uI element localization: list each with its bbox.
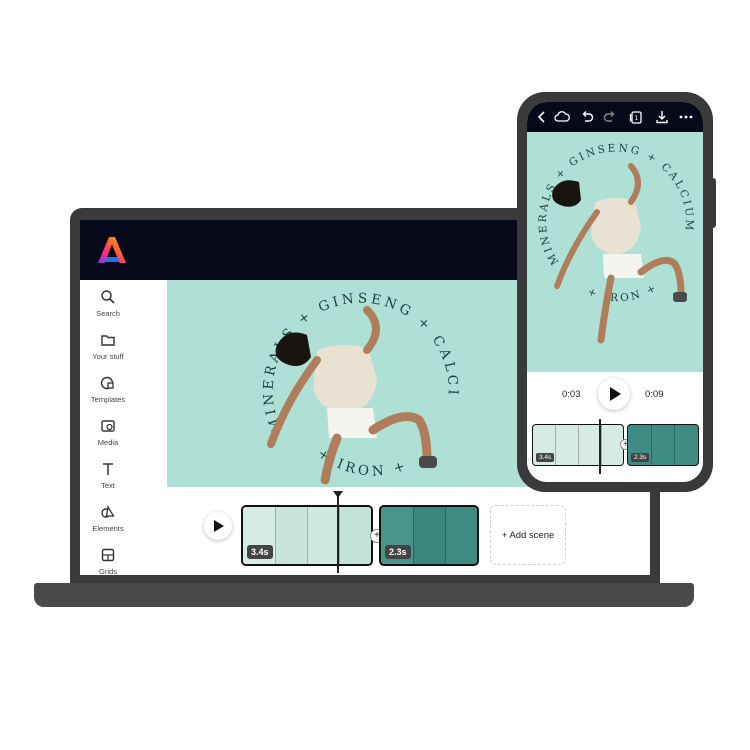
play-button[interactable] xyxy=(204,512,232,540)
current-time: 0:03 xyxy=(562,389,581,400)
more-icon[interactable] xyxy=(678,109,694,125)
phone-screen: 1 MINERALS + GINSENG + CALCIUM + + IRON … xyxy=(527,102,703,482)
clip-frame xyxy=(339,507,371,564)
playhead[interactable] xyxy=(337,493,339,573)
phone-playhead[interactable] xyxy=(599,419,601,474)
clip-frame xyxy=(445,507,477,564)
phone-toolbar: 1 xyxy=(527,102,703,132)
phone-side-button xyxy=(711,178,716,228)
clip-frame-divider xyxy=(674,425,675,465)
undo-icon[interactable] xyxy=(579,109,595,125)
clip-frame xyxy=(307,507,340,564)
redo-icon[interactable] xyxy=(602,109,618,125)
search-icon xyxy=(101,290,115,304)
sidebar-item-label: Search xyxy=(96,309,120,318)
templates-icon xyxy=(100,376,114,390)
cloud-icon[interactable] xyxy=(554,109,570,125)
sidebar-item-media[interactable]: Media xyxy=(80,417,136,447)
phone-design-artwork: MINERALS + GINSENG + CALCIUM + + IRON + xyxy=(527,132,693,344)
laptop-base xyxy=(34,583,694,607)
svg-text:1: 1 xyxy=(635,115,639,122)
phone-circular-text-bottom: + IRON + xyxy=(586,281,660,304)
text-icon xyxy=(103,463,113,475)
phone-design-canvas[interactable]: MINERALS + GINSENG + CALCIUM + + IRON + xyxy=(527,132,703,372)
phone-playback-controls: 0:03 0:09 xyxy=(527,372,703,417)
timeline: 3.4s + 2.3s + Add scene xyxy=(136,487,650,575)
clip-frame-divider xyxy=(578,425,579,465)
adobe-express-logo[interactable] xyxy=(96,234,128,266)
sidebar-item-label: Templates xyxy=(90,395,126,404)
timeline-clip-1[interactable]: 3.4s xyxy=(241,505,373,566)
download-icon[interactable] xyxy=(654,109,670,125)
grids-icon xyxy=(101,548,115,562)
dancer-figure xyxy=(267,306,437,485)
sidebar-item-label: Media xyxy=(97,438,119,447)
phone-play-button[interactable] xyxy=(598,378,630,410)
sidebar-item-label: Your stuff xyxy=(92,352,124,361)
play-icon xyxy=(214,520,224,532)
phone-timeline: 3.4s + 2.3s xyxy=(527,417,703,482)
sidebar-item-elements[interactable]: Elements xyxy=(80,503,136,533)
clip-duration: 2.3s xyxy=(385,545,411,559)
phone-dancer-figure xyxy=(552,163,687,344)
clip-duration: 3.4s xyxy=(247,545,273,559)
clip-frame-divider xyxy=(651,425,652,465)
sidebar-item-templates[interactable]: Templates xyxy=(80,374,136,404)
total-time: 0:09 xyxy=(645,389,664,400)
sidebar-item-text[interactable]: Text xyxy=(80,460,136,490)
clip-frame-divider xyxy=(601,425,602,465)
sidebar-item-label: Grids xyxy=(99,567,117,575)
add-scene-button[interactable]: + Add scene xyxy=(490,505,566,565)
phone-timeline-clip-2[interactable]: 2.3s xyxy=(627,424,699,466)
media-icon xyxy=(101,420,115,432)
clip-frame-divider xyxy=(555,425,556,465)
sidebar-item-your-stuff[interactable]: Your stuff xyxy=(80,331,136,361)
phone-timeline-clip-1[interactable]: 3.4s xyxy=(532,424,624,466)
clip-frame xyxy=(275,507,308,564)
clip-duration: 2.3s xyxy=(631,453,650,462)
clip-frame xyxy=(413,507,446,564)
sidebar-item-search[interactable]: Search xyxy=(80,288,136,318)
back-icon[interactable] xyxy=(534,109,550,125)
elements-icon xyxy=(101,505,115,518)
sidebar-item-label: Text xyxy=(101,481,115,490)
timeline-clip-2[interactable]: 2.3s xyxy=(379,505,479,566)
pages-icon[interactable]: 1 xyxy=(628,109,644,125)
sidebar-item-grids[interactable]: Grids xyxy=(80,546,136,575)
folder-icon xyxy=(101,335,115,346)
play-icon xyxy=(610,387,621,401)
clip-duration: 3.4s xyxy=(536,453,555,462)
circular-text-top: MINERALS + GINSENG + CALCIUM + xyxy=(167,280,461,435)
sidebar-item-label: Elements xyxy=(92,524,124,533)
sidebar: Search Your stuff Templates Media Text E… xyxy=(80,280,136,575)
